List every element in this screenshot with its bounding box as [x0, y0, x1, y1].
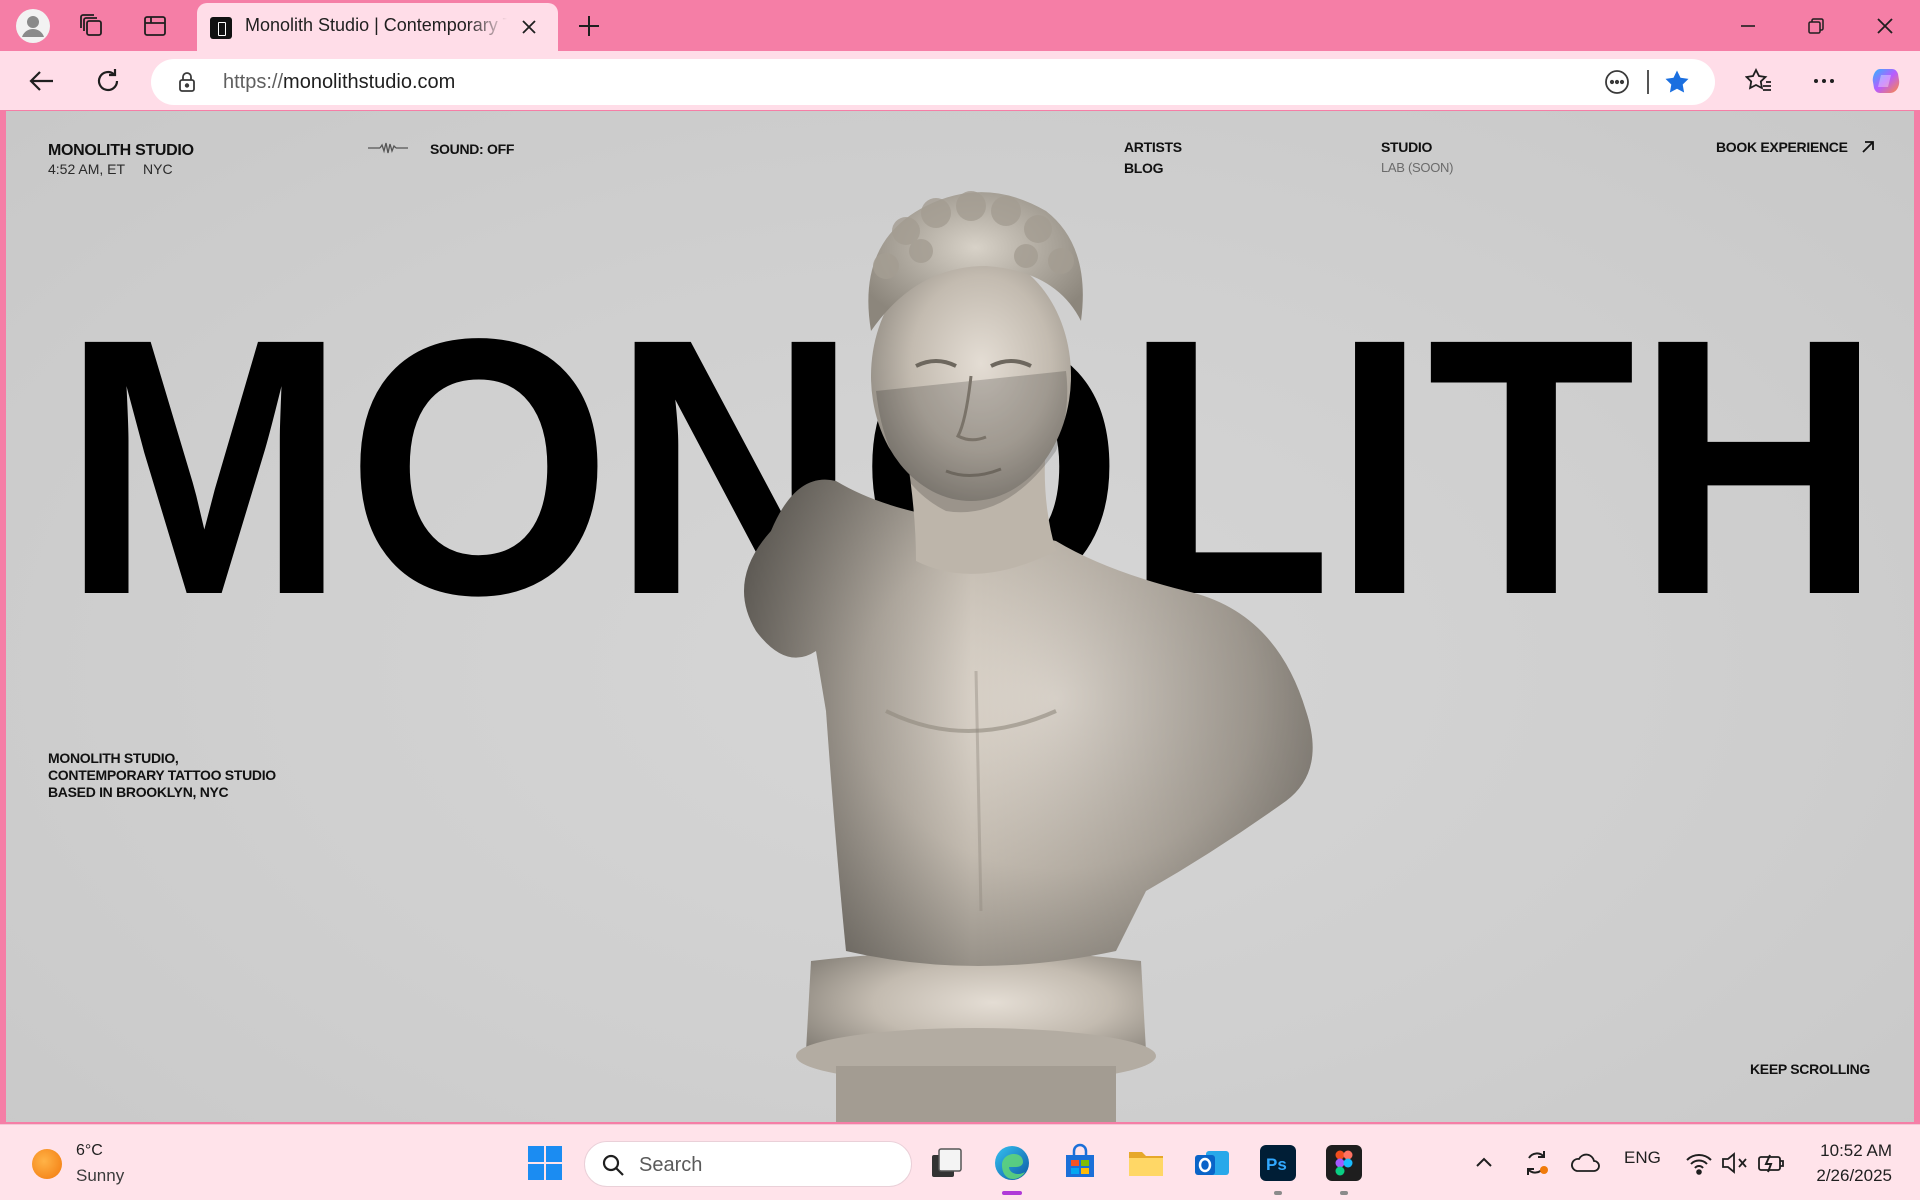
sound-wave-icon[interactable] [368, 141, 408, 155]
site-brand[interactable]: MONOLITH STUDIO [48, 142, 194, 160]
microsoft-store-icon[interactable] [1060, 1143, 1100, 1183]
keep-scrolling-hint: KEEP SCROLLING [1750, 1061, 1871, 1077]
local-clock: 4:52 AM, ET NYC [48, 161, 173, 177]
sync-update-icon[interactable] [1520, 1143, 1552, 1183]
show-hidden-icons-chevron-icon[interactable] [1470, 1143, 1498, 1183]
photoshop-icon[interactable]: Ps [1258, 1143, 1298, 1183]
onedrive-cloud-icon[interactable] [1568, 1143, 1602, 1183]
url-text[interactable]: https://monolithstudio.com [223, 71, 455, 94]
minimize-icon[interactable] [1723, 8, 1773, 44]
book-experience-link[interactable]: BOOK EXPERIENCE [1716, 139, 1848, 155]
local-time: 4:52 AM, ET [48, 161, 126, 177]
svg-text:Ps: Ps [1266, 1155, 1287, 1174]
tagline-line: CONTEMPORARY TATTOO STUDIO [48, 767, 276, 783]
profile-avatar-icon[interactable] [15, 8, 51, 44]
site-favicon-icon [210, 17, 232, 39]
outlook-icon[interactable] [1192, 1143, 1232, 1183]
photoshop-open-indicator [1274, 1191, 1282, 1195]
weather-temperature[interactable]: 6°C [76, 1142, 103, 1160]
tab-close-icon[interactable] [517, 15, 541, 39]
sun-weather-icon[interactable] [32, 1149, 62, 1179]
sound-toggle[interactable]: SOUND: OFF [430, 141, 514, 157]
edge-active-indicator [1002, 1191, 1022, 1195]
address-bar[interactable]: https://monolithstudio.com [151, 59, 1715, 105]
favorites-icon[interactable] [1741, 63, 1777, 99]
workspaces-icon[interactable] [74, 8, 110, 44]
battery-charging-icon[interactable] [1756, 1143, 1786, 1183]
webpage-viewport: MONOLITH MONOLITH STUDIO 4:52 AM, ETNYC … [6, 111, 1914, 1122]
tab-title: Monolith Studio | Contemporary Tattoo St… [245, 15, 507, 35]
lock-icon[interactable] [175, 70, 199, 94]
input-language-indicator[interactable]: ENG [1624, 1148, 1661, 1168]
copilot-icon[interactable] [1868, 63, 1904, 99]
wifi-icon[interactable] [1684, 1143, 1714, 1183]
browser-title-bar: Monolith Studio | Contemporary Tattoo St… [0, 0, 1920, 51]
settings-more-icon[interactable] [1806, 63, 1842, 99]
windows-start-icon[interactable] [525, 1143, 565, 1183]
windows-taskbar: 6°C Sunny Search Ps ENG 10:52 AM 2/26/20… [0, 1124, 1920, 1200]
edge-browser-icon[interactable] [992, 1143, 1032, 1183]
browser-toolbar: https://monolithstudio.com [0, 51, 1920, 110]
tab-actions-icon[interactable] [137, 8, 173, 44]
taskbar-search-box[interactable]: Search [584, 1141, 912, 1187]
marble-statue-bust-image [744, 191, 1313, 1122]
search-placeholder: Search [639, 1154, 703, 1176]
task-view-icon[interactable] [926, 1143, 966, 1183]
studio-tagline: MONOLITH STUDIO, CONTEMPORARY TATTOO STU… [48, 750, 276, 801]
nav-lab-link: LAB (SOON) [1381, 160, 1454, 175]
taskbar-clock-date[interactable]: 2/26/2025 [1800, 1166, 1892, 1186]
figma-icon[interactable] [1324, 1143, 1364, 1183]
new-tab-icon[interactable] [571, 8, 607, 44]
close-window-icon[interactable] [1860, 8, 1910, 44]
taskbar-clock-time[interactable]: 10:52 AM [1800, 1141, 1892, 1161]
favorite-star-icon[interactable] [1663, 68, 1691, 96]
back-icon[interactable] [24, 63, 60, 99]
nav-studio-link[interactable]: STUDIO [1381, 139, 1432, 155]
search-icon [602, 1154, 624, 1176]
restore-icon[interactable] [1791, 8, 1841, 44]
weather-condition[interactable]: Sunny [76, 1166, 124, 1186]
active-tab[interactable]: Monolith Studio | Contemporary Tattoo St… [197, 3, 558, 51]
tagline-line: MONOLITH STUDIO, [48, 750, 179, 766]
local-city: NYC [143, 161, 173, 177]
tagline-line: BASED IN BROOKLYN, NYC [48, 784, 229, 800]
more-options-circle-icon[interactable] [1603, 68, 1631, 96]
file-explorer-icon[interactable] [1126, 1143, 1166, 1183]
arrow-up-right-icon[interactable] [1860, 139, 1876, 155]
address-bar-separator [1647, 70, 1649, 94]
volume-muted-icon[interactable] [1720, 1143, 1750, 1183]
refresh-icon[interactable] [90, 63, 126, 99]
figma-open-indicator [1340, 1191, 1348, 1195]
